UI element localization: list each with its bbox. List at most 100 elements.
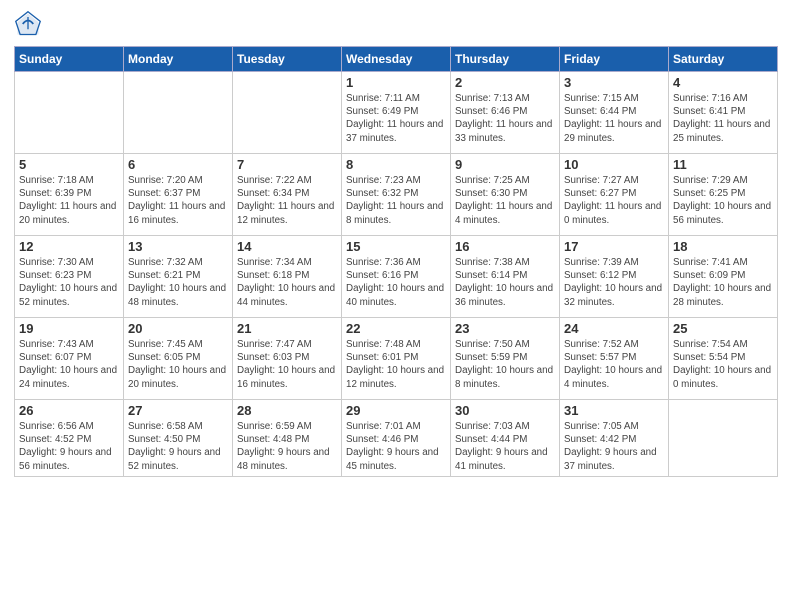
day-info: Sunrise: 7:34 AM Sunset: 6:18 PM Dayligh… (237, 256, 337, 309)
day-number: 12 (19, 239, 119, 254)
page: SundayMondayTuesdayWednesdayThursdayFrid… (0, 0, 792, 612)
day-number: 6 (128, 157, 228, 172)
calendar-cell: 15 Sunrise: 7:36 AM Sunset: 6:16 PM Dayli… (342, 236, 451, 318)
day-number: 4 (673, 75, 773, 90)
day-number: 26 (19, 403, 119, 418)
calendar-cell (15, 72, 124, 154)
calendar-cell: 20 Sunrise: 7:45 AM Sunset: 6:05 PM Dayli… (124, 318, 233, 400)
day-info: Sunrise: 6:59 AM Sunset: 4:48 PM Dayligh… (237, 420, 337, 473)
calendar-week-row: 1 Sunrise: 7:11 AM Sunset: 6:49 PM Daylig… (15, 72, 778, 154)
day-info: Sunrise: 7:32 AM Sunset: 6:21 PM Dayligh… (128, 256, 228, 309)
weekday-header: Sunday (15, 47, 124, 72)
calendar-cell: 6Sunrise: 7:20 AM Sunset: 6:37 PM Daylig… (124, 154, 233, 236)
calendar-week-row: 26 Sunrise: 6:56 AM Sunset: 4:52 PM Dayli… (15, 400, 778, 477)
calendar-cell: 26 Sunrise: 6:56 AM Sunset: 4:52 PM Dayli… (15, 400, 124, 477)
day-number: 8 (346, 157, 446, 172)
calendar-table: SundayMondayTuesdayWednesdayThursdayFrid… (14, 46, 778, 477)
day-info: Sunrise: 7:22 AM Sunset: 6:34 PM Dayligh… (237, 174, 337, 227)
day-number: 17 (564, 239, 664, 254)
weekday-header: Saturday (669, 47, 778, 72)
day-info: Sunrise: 7:47 AM Sunset: 6:03 PM Dayligh… (237, 338, 337, 391)
day-number: 16 (455, 239, 555, 254)
calendar-cell (124, 72, 233, 154)
day-info: Sunrise: 7:30 AM Sunset: 6:23 PM Dayligh… (19, 256, 119, 309)
weekday-header: Monday (124, 47, 233, 72)
calendar-cell: 23Sunrise: 7:50 AM Sunset: 5:59 PM Dayli… (451, 318, 560, 400)
calendar-cell: 13 Sunrise: 7:32 AM Sunset: 6:21 PM Dayli… (124, 236, 233, 318)
day-number: 9 (455, 157, 555, 172)
day-number: 15 (346, 239, 446, 254)
calendar-cell: 28 Sunrise: 6:59 AM Sunset: 4:48 PM Dayli… (233, 400, 342, 477)
day-info: Sunrise: 7:41 AM Sunset: 6:09 PM Dayligh… (673, 256, 773, 309)
calendar-week-row: 5 Sunrise: 7:18 AM Sunset: 6:39 PM Daylig… (15, 154, 778, 236)
day-info: Sunrise: 7:15 AM Sunset: 6:44 PM Dayligh… (564, 92, 664, 145)
calendar-cell: 16Sunrise: 7:38 AM Sunset: 6:14 PM Dayli… (451, 236, 560, 318)
calendar-cell: 1 Sunrise: 7:11 AM Sunset: 6:49 PM Daylig… (342, 72, 451, 154)
day-info: Sunrise: 7:52 AM Sunset: 5:57 PM Dayligh… (564, 338, 664, 391)
day-info: Sunrise: 7:39 AM Sunset: 6:12 PM Dayligh… (564, 256, 664, 309)
weekday-header: Thursday (451, 47, 560, 72)
day-number: 19 (19, 321, 119, 336)
day-number: 13 (128, 239, 228, 254)
day-number: 2 (455, 75, 555, 90)
day-info: Sunrise: 7:16 AM Sunset: 6:41 PM Dayligh… (673, 92, 773, 145)
day-info: Sunrise: 7:18 AM Sunset: 6:39 PM Dayligh… (19, 174, 119, 227)
calendar-week-row: 12 Sunrise: 7:30 AM Sunset: 6:23 PM Dayli… (15, 236, 778, 318)
calendar-cell (669, 400, 778, 477)
weekday-header: Tuesday (233, 47, 342, 72)
calendar-cell: 10 Sunrise: 7:27 AM Sunset: 6:27 PM Dayli… (560, 154, 669, 236)
calendar-cell: 8 Sunrise: 7:23 AM Sunset: 6:32 PM Daylig… (342, 154, 451, 236)
day-info: Sunrise: 7:23 AM Sunset: 6:32 PM Dayligh… (346, 174, 446, 227)
day-number: 27 (128, 403, 228, 418)
calendar-cell: 14 Sunrise: 7:34 AM Sunset: 6:18 PM Dayli… (233, 236, 342, 318)
day-number: 1 (346, 75, 446, 90)
day-number: 3 (564, 75, 664, 90)
calendar-cell: 18Sunrise: 7:41 AM Sunset: 6:09 PM Dayli… (669, 236, 778, 318)
calendar-cell: 5 Sunrise: 7:18 AM Sunset: 6:39 PM Daylig… (15, 154, 124, 236)
day-info: Sunrise: 7:43 AM Sunset: 6:07 PM Dayligh… (19, 338, 119, 391)
day-info: Sunrise: 6:56 AM Sunset: 4:52 PM Dayligh… (19, 420, 119, 473)
logo-icon (14, 10, 42, 38)
calendar-cell: 3 Sunrise: 7:15 AM Sunset: 6:44 PM Daylig… (560, 72, 669, 154)
day-info: Sunrise: 7:01 AM Sunset: 4:46 PM Dayligh… (346, 420, 446, 473)
day-number: 29 (346, 403, 446, 418)
weekday-header: Friday (560, 47, 669, 72)
day-number: 30 (455, 403, 555, 418)
day-info: Sunrise: 7:27 AM Sunset: 6:27 PM Dayligh… (564, 174, 664, 227)
day-number: 28 (237, 403, 337, 418)
calendar-cell: 9 Sunrise: 7:25 AM Sunset: 6:30 PM Daylig… (451, 154, 560, 236)
day-info: Sunrise: 7:11 AM Sunset: 6:49 PM Dayligh… (346, 92, 446, 145)
day-number: 11 (673, 157, 773, 172)
day-number: 23 (455, 321, 555, 336)
day-info: Sunrise: 7:36 AM Sunset: 6:16 PM Dayligh… (346, 256, 446, 309)
day-info: Sunrise: 7:45 AM Sunset: 6:05 PM Dayligh… (128, 338, 228, 391)
day-info: Sunrise: 7:25 AM Sunset: 6:30 PM Dayligh… (455, 174, 555, 227)
calendar-cell: 19 Sunrise: 7:43 AM Sunset: 6:07 PM Dayli… (15, 318, 124, 400)
calendar-cell: 4 Sunrise: 7:16 AM Sunset: 6:41 PM Daylig… (669, 72, 778, 154)
day-number: 10 (564, 157, 664, 172)
header (14, 10, 778, 38)
day-number: 14 (237, 239, 337, 254)
calendar-cell: 27 Sunrise: 6:58 AM Sunset: 4:50 PM Dayli… (124, 400, 233, 477)
calendar-cell: 30 Sunrise: 7:03 AM Sunset: 4:44 PM Dayli… (451, 400, 560, 477)
calendar-cell: 24 Sunrise: 7:52 AM Sunset: 5:57 PM Dayli… (560, 318, 669, 400)
day-number: 25 (673, 321, 773, 336)
calendar-cell: 17 Sunrise: 7:39 AM Sunset: 6:12 PM Dayli… (560, 236, 669, 318)
calendar-week-row: 19 Sunrise: 7:43 AM Sunset: 6:07 PM Dayli… (15, 318, 778, 400)
day-info: Sunrise: 6:58 AM Sunset: 4:50 PM Dayligh… (128, 420, 228, 473)
calendar-cell (233, 72, 342, 154)
day-number: 7 (237, 157, 337, 172)
calendar-cell: 25Sunrise: 7:54 AM Sunset: 5:54 PM Dayli… (669, 318, 778, 400)
day-number: 20 (128, 321, 228, 336)
calendar-cell: 21Sunrise: 7:47 AM Sunset: 6:03 PM Dayli… (233, 318, 342, 400)
calendar-cell: 31 Sunrise: 7:05 AM Sunset: 4:42 PM Dayli… (560, 400, 669, 477)
day-number: 31 (564, 403, 664, 418)
calendar-cell: 22Sunrise: 7:48 AM Sunset: 6:01 PM Dayli… (342, 318, 451, 400)
logo (14, 10, 46, 38)
weekday-header: Wednesday (342, 47, 451, 72)
calendar-cell: 12 Sunrise: 7:30 AM Sunset: 6:23 PM Dayli… (15, 236, 124, 318)
day-number: 24 (564, 321, 664, 336)
day-info: Sunrise: 7:03 AM Sunset: 4:44 PM Dayligh… (455, 420, 555, 473)
day-info: Sunrise: 7:05 AM Sunset: 4:42 PM Dayligh… (564, 420, 664, 473)
day-number: 5 (19, 157, 119, 172)
